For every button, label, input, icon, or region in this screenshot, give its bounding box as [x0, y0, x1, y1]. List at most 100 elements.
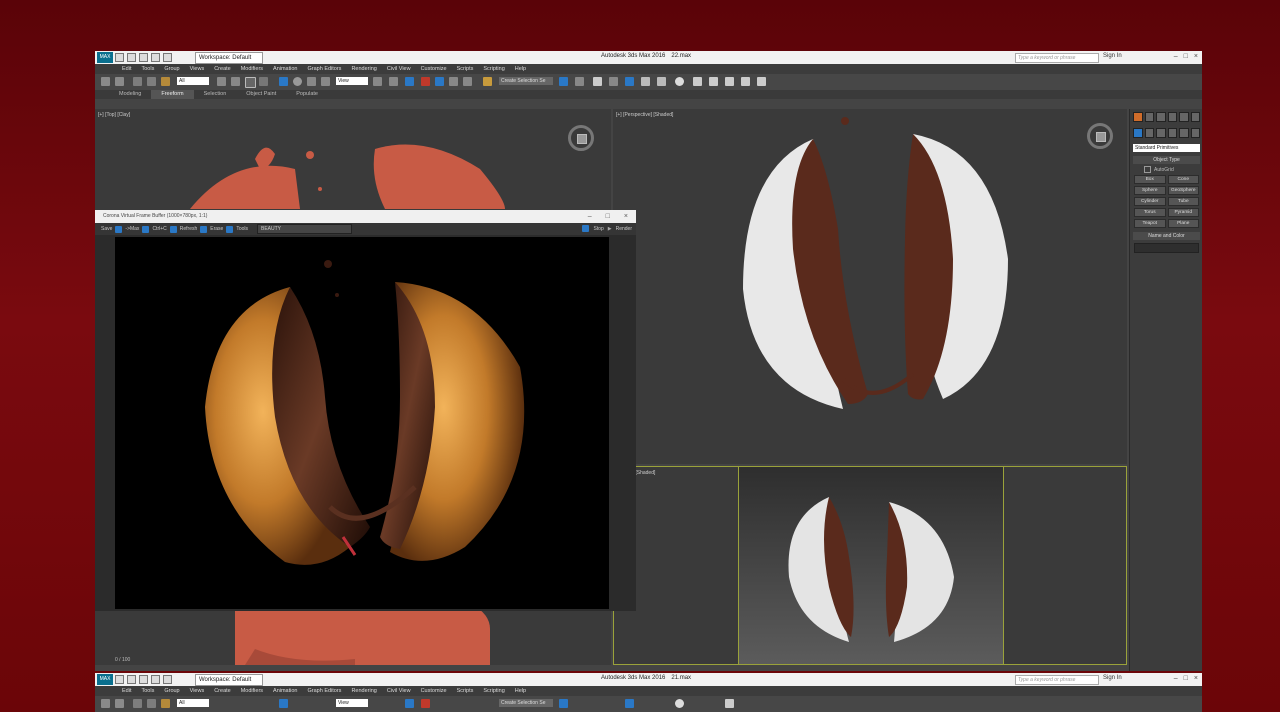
object-button-torus[interactable]: Torus — [1134, 208, 1166, 217]
menu-item-modifiers[interactable]: Modifiers — [236, 64, 268, 74]
ribbon-tab-freeform[interactable]: Freeform — [151, 90, 194, 99]
render-button[interactable]: Render — [616, 226, 632, 232]
select-manipulate-icon[interactable] — [405, 77, 414, 86]
menu-item-views[interactable]: Views — [185, 686, 210, 696]
menu-item-rendering[interactable]: Rendering — [346, 64, 381, 74]
menu-item-views[interactable]: Views — [185, 64, 210, 74]
menu-item-edit[interactable]: Edit — [117, 686, 136, 696]
snaps-icon[interactable] — [421, 699, 430, 708]
app-logo[interactable]: MAX — [97, 52, 113, 63]
redo-icon[interactable] — [163, 675, 172, 684]
pivot-icon[interactable] — [373, 77, 382, 86]
open-icon[interactable] — [127, 53, 136, 62]
redo-icon[interactable] — [115, 77, 124, 86]
workspace-dropdown[interactable]: Workspace: Default — [195, 52, 263, 64]
menu-item-graph-editors[interactable]: Graph Editors — [303, 64, 347, 74]
window-crossing-icon[interactable] — [259, 77, 268, 86]
modify-tab-icon[interactable] — [1144, 112, 1154, 122]
maximize-icon[interactable]: □ — [606, 210, 610, 223]
angle-snap-icon[interactable] — [435, 77, 444, 86]
autogrid-checkbox[interactable]: AutoGrid — [1144, 166, 1189, 173]
spacewarps-icon[interactable] — [1190, 128, 1200, 138]
scale-icon[interactable] — [307, 77, 316, 86]
named-selection-dropdown[interactable]: Create Selection Se — [499, 699, 553, 707]
align-icon[interactable] — [575, 77, 584, 86]
refresh-icon[interactable] — [169, 225, 177, 233]
select-icon[interactable] — [217, 77, 226, 86]
vfb-tool-refresh[interactable]: Refresh — [180, 226, 198, 232]
named-selection-dropdown[interactable]: Create Selection Se — [499, 77, 553, 85]
hierarchy-tab-icon[interactable] — [1156, 112, 1166, 122]
layer-explorer-icon[interactable] — [593, 77, 602, 86]
percent-snap-icon[interactable] — [449, 77, 458, 86]
object-button-pyramid[interactable]: Pyramid — [1167, 208, 1199, 217]
lights-icon[interactable] — [1156, 128, 1166, 138]
create-tab-icon[interactable] — [1133, 112, 1143, 122]
undo-icon[interactable] — [151, 53, 160, 62]
object-button-teapot[interactable]: Teapot — [1134, 219, 1166, 228]
ribbon-tab-populate[interactable]: Populate — [286, 90, 328, 99]
bind-icon[interactable] — [161, 699, 170, 708]
menu-item-group[interactable]: Group — [159, 64, 184, 74]
menu-item-civil-view[interactable]: Civil View — [382, 64, 416, 74]
select-by-name-icon[interactable] — [231, 77, 240, 86]
erase-icon[interactable] — [200, 225, 208, 233]
render-iterative-icon[interactable] — [741, 77, 750, 86]
search-input[interactable]: Type a keyword or phrase — [1015, 675, 1099, 685]
select-manipulate-icon[interactable] — [405, 699, 414, 708]
layer-icon[interactable] — [609, 77, 618, 86]
render-production-icon[interactable] — [725, 699, 734, 708]
menu-item-customize[interactable]: Customize — [416, 64, 452, 74]
vfb-tool-copy[interactable]: Ctrl+C — [152, 226, 166, 232]
open-icon[interactable] — [127, 675, 136, 684]
rotate-icon[interactable] — [293, 77, 302, 86]
sign-in-link[interactable]: Sign In — [1103, 675, 1122, 681]
motion-tab-icon[interactable] — [1167, 112, 1177, 122]
mirror-icon[interactable] — [559, 77, 568, 86]
display-tab-icon[interactable] — [1179, 112, 1189, 122]
ribbon-toggle-icon[interactable] — [625, 77, 634, 86]
vfb-tool-save[interactable]: Save — [101, 226, 112, 232]
material-editor-icon[interactable] — [675, 699, 684, 708]
menu-item-civil-view[interactable]: Civil View — [382, 686, 416, 696]
rect-select-icon[interactable] — [245, 77, 256, 88]
snaps-icon[interactable] — [421, 77, 430, 86]
object-button-cone[interactable]: Cone — [1167, 175, 1199, 184]
object-button-plane[interactable]: Plane — [1167, 219, 1199, 228]
material-editor-icon[interactable] — [675, 77, 684, 86]
save-icon[interactable] — [139, 53, 148, 62]
menu-item-animation[interactable]: Animation — [268, 686, 302, 696]
ribbon-toggle-icon[interactable] — [625, 699, 634, 708]
unlink-icon[interactable] — [147, 77, 156, 86]
maximize-icon[interactable]: □ — [1184, 53, 1188, 60]
copy-icon[interactable] — [142, 225, 150, 233]
viewport-perspective[interactable]: [+] [Perspective] [Shaded] — [613, 109, 1127, 464]
undo-icon[interactable] — [101, 699, 110, 708]
new-icon[interactable] — [115, 675, 124, 684]
render-channel-dropdown[interactable]: BEAUTY — [257, 224, 353, 234]
mirror-icon[interactable] — [559, 699, 568, 708]
menu-item-edit[interactable]: Edit — [117, 64, 136, 74]
undo-icon[interactable] — [151, 675, 160, 684]
minimize-icon[interactable]: – — [1174, 675, 1178, 682]
menu-item-scripting[interactable]: Scripting — [478, 64, 509, 74]
close-icon[interactable]: × — [1194, 53, 1198, 60]
render-play-icon[interactable]: ▶ — [608, 226, 612, 232]
menu-item-scripts[interactable]: Scripts — [452, 686, 479, 696]
bind-icon[interactable] — [161, 77, 170, 86]
utilities-tab-icon[interactable] — [1190, 112, 1200, 122]
reference-coord-dropdown[interactable]: View — [336, 77, 368, 85]
helpers-icon[interactable] — [1179, 128, 1189, 138]
manipulate-icon[interactable] — [389, 77, 398, 86]
object-name-field[interactable] — [1134, 243, 1199, 253]
close-icon[interactable]: × — [624, 210, 628, 223]
link-icon[interactable] — [133, 77, 142, 86]
tools-icon[interactable] — [226, 225, 234, 233]
to-max-icon[interactable] — [115, 225, 123, 233]
save-icon[interactable] — [139, 675, 148, 684]
ribbon-tab-modeling[interactable]: Modeling — [109, 90, 151, 99]
menu-item-scripts[interactable]: Scripts — [452, 64, 479, 74]
cameras-icon[interactable] — [1167, 128, 1177, 138]
menu-item-create[interactable]: Create — [209, 686, 236, 696]
menu-item-tools[interactable]: Tools — [136, 64, 159, 74]
